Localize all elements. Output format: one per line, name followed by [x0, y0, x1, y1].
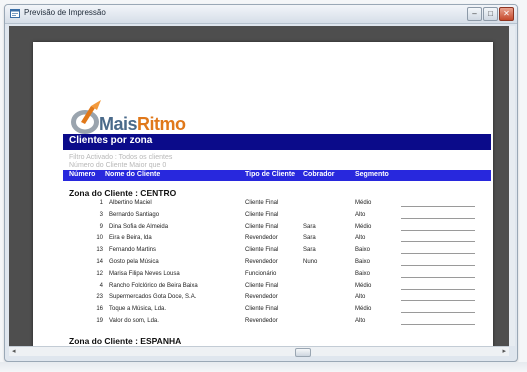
window-title: Previsão de Impressão [24, 8, 106, 17]
row-underline [401, 229, 475, 231]
row-client-name: Eira e Beira, lda [109, 235, 152, 242]
close-button[interactable]: ✕ [499, 7, 514, 21]
scroll-left-icon[interactable]: ◂ [12, 347, 16, 356]
preview-viewport[interactable]: MaisRitmo Clientes por zona Filtro Activ… [9, 26, 509, 346]
row-number: 4 [99, 282, 103, 289]
row-client-type: Cliente Final [245, 211, 279, 218]
row-client-type: Revendedor [245, 294, 278, 301]
row-segmento: Médio [355, 306, 372, 313]
row-cobrador: Nuno [303, 259, 318, 265]
row-number: 3 [99, 211, 103, 218]
row-cobrador: Sara [303, 223, 316, 230]
row-client-name: Rancho Folclórico de Beira Baixa [109, 282, 198, 289]
row-client-type: Revendedor [245, 318, 278, 324]
row-client-name: Dina Sofia de Almeida [109, 223, 169, 230]
row-underline [401, 324, 475, 325]
row-client-name: Fernando Martins [109, 247, 157, 254]
vertical-scrollbar[interactable] [509, 26, 515, 346]
row-number: 12 [96, 270, 103, 277]
row-number: 13 [96, 247, 103, 254]
row-client-type: Cliente Final [245, 306, 279, 313]
row-segmento: Médio [355, 282, 372, 289]
scrollbar-thumb[interactable] [295, 348, 311, 357]
row-client-name: Bernardo Santiago [109, 211, 160, 218]
print-preview-app-icon [10, 9, 20, 18]
row-number: 23 [96, 294, 103, 301]
row-underline [401, 288, 475, 290]
row-client-type: Cliente Final [245, 282, 279, 289]
row-segmento: Alto [355, 318, 366, 324]
row-segmento: Baixo [355, 270, 371, 277]
row-underline [401, 241, 475, 243]
report-rows: 1 Albertino Maciel Cliente Final Médio 3 Bern… [33, 42, 493, 346]
row-underline [401, 300, 475, 302]
row-segmento: Alto [355, 294, 366, 301]
row-client-name: Toque a Música, Lda. [109, 306, 167, 313]
row-underline [401, 217, 475, 219]
window-reflection [0, 362, 527, 372]
row-client-type: Cliente Final [245, 247, 279, 254]
row-number: 19 [96, 318, 103, 324]
row-client-type: Funcionário [245, 270, 277, 277]
row-number: 16 [96, 306, 103, 313]
maximize-button[interactable]: □ [483, 7, 498, 21]
row-client-type: Revendedor [245, 259, 278, 265]
row-number: 9 [99, 223, 103, 230]
row-client-name: Supermercados Gota Doce, S.A. [109, 294, 197, 301]
row-client-name: Gosto pela Música [109, 259, 159, 265]
row-client-type: Revendedor [245, 235, 278, 242]
row-segmento: Baixo [355, 259, 371, 265]
minimize-button[interactable]: – [467, 7, 482, 21]
row-segmento: Médio [355, 200, 372, 206]
row-number: 10 [96, 235, 103, 242]
row-underline [401, 253, 475, 255]
row-underline [401, 312, 475, 314]
row-client-name: Marisa Filipa Neves Lousa [109, 270, 180, 277]
row-cobrador: Sara [303, 247, 316, 254]
row-client-name: Albertino Maciel [109, 200, 152, 206]
title-bar[interactable]: Previsão de Impressão – □ ✕ [5, 5, 517, 24]
row-number: 14 [96, 259, 103, 265]
row-client-type: Cliente Final [245, 200, 279, 206]
horizontal-scrollbar[interactable]: ◂ ▸ [9, 346, 509, 357]
row-segmento: Médio [355, 223, 372, 230]
row-segmento: Alto [355, 211, 366, 218]
report-page: MaisRitmo Clientes por zona Filtro Activ… [33, 42, 493, 346]
row-client-name: Valor do som, Lda. [109, 318, 159, 324]
row-underline [401, 265, 475, 266]
row-underline [401, 276, 475, 278]
row-underline [401, 206, 475, 207]
row-segmento: Alto [355, 235, 366, 242]
window-controls: – □ ✕ [467, 7, 514, 21]
row-segmento: Baixo [355, 247, 371, 254]
row-cobrador: Sara [303, 235, 316, 242]
scroll-right-icon[interactable]: ▸ [502, 347, 506, 356]
row-number: 1 [99, 200, 103, 206]
row-client-type: Cliente Final [245, 223, 279, 230]
print-preview-window: Previsão de Impressão – □ ✕ MaisRitmo Cl… [4, 4, 518, 362]
